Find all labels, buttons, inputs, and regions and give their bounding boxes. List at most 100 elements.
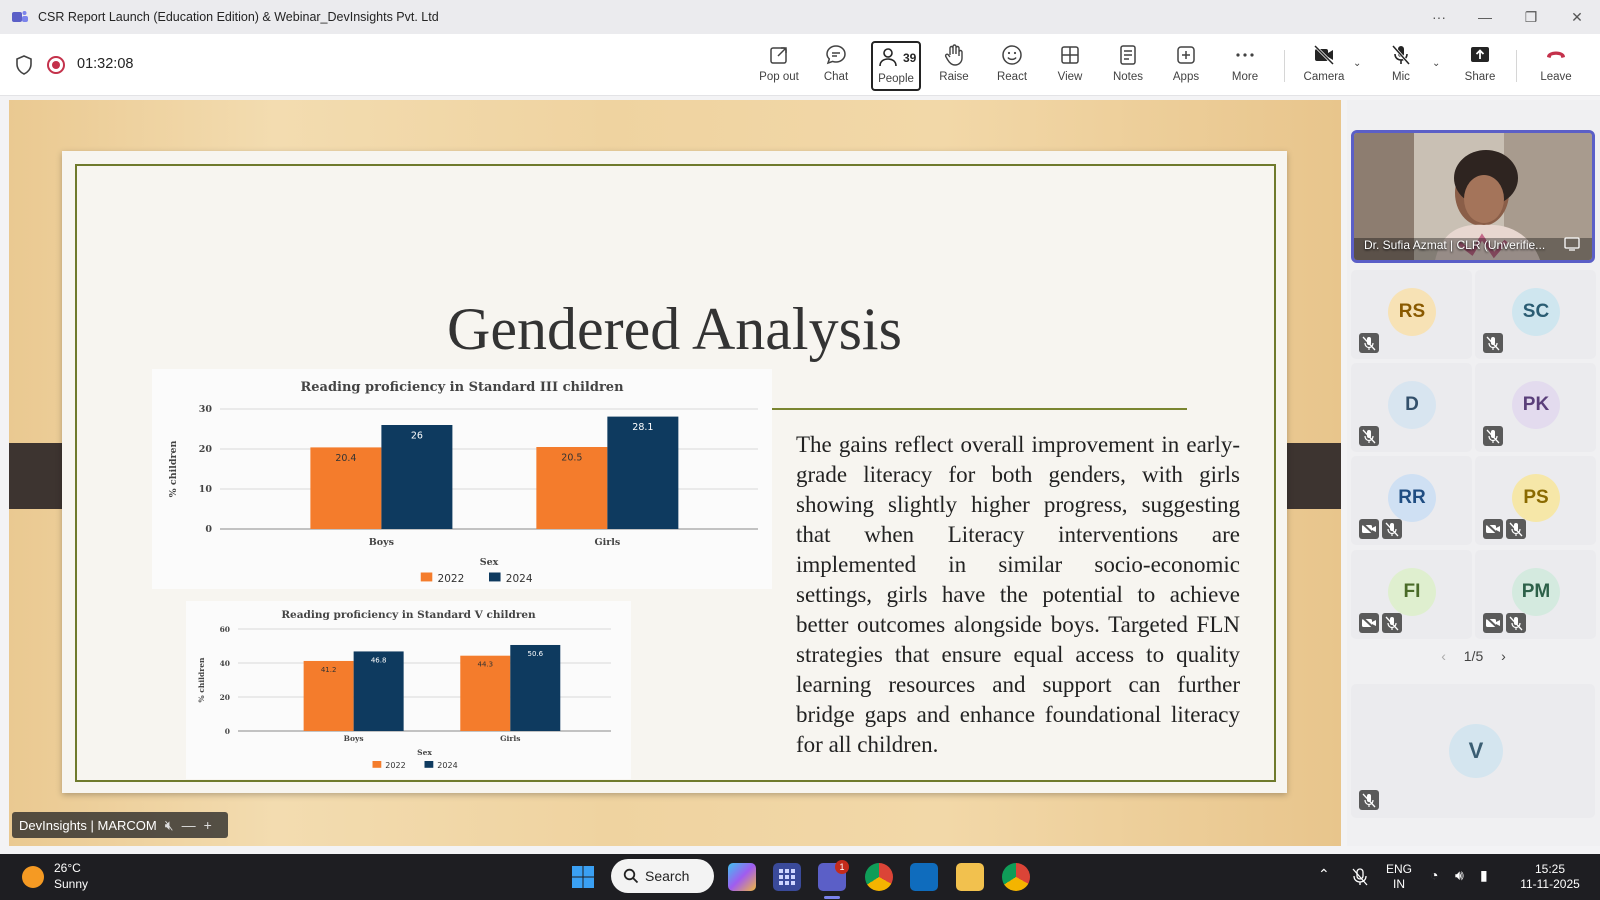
participant-tile-v[interactable]: V: [1351, 684, 1595, 818]
meeting-toolbar: 01:32:08 Pop out Chat 39 People Raise Re…: [0, 34, 1600, 96]
presenter-name-badge: DevInsights | MARCOM 🔇︎ — +: [12, 812, 228, 838]
react-button[interactable]: React: [984, 41, 1040, 91]
x-tick-label: Boys: [369, 537, 394, 548]
mic-muted-icon: [1382, 613, 1402, 633]
teams-icon: [12, 11, 28, 22]
apps-label: Apps: [1172, 71, 1200, 83]
y-tick-label: 0: [205, 524, 212, 535]
taskbar-search[interactable]: Search: [611, 859, 714, 893]
input-language[interactable]: ENG IN: [1386, 862, 1412, 892]
apps-button[interactable]: Apps: [1158, 41, 1214, 91]
zoom-in-icon[interactable]: +: [204, 817, 212, 833]
participant-tile-rs[interactable]: RS: [1351, 270, 1472, 359]
camera-off-icon: [1313, 44, 1335, 66]
slide-title: Gendered Analysis: [447, 296, 902, 362]
participant-tile-d[interactable]: D: [1351, 363, 1472, 452]
mic-button[interactable]: Mic: [1373, 41, 1429, 91]
raise-hand-button[interactable]: Raise: [926, 41, 982, 91]
mic-muted-icon: [1483, 333, 1503, 353]
y-axis-label: % children: [168, 440, 179, 497]
chat-button[interactable]: Chat: [808, 41, 864, 91]
camera-off-icon: [1359, 613, 1379, 633]
notes-button[interactable]: Notes: [1100, 41, 1156, 91]
active-speaker-tile[interactable]: Dr. Sufia Azmat | CLR (Unverifie...: [1351, 130, 1595, 263]
clock-date: 11-11-2025: [1520, 877, 1580, 891]
x-tick-label: Boys: [344, 734, 364, 743]
participant-tile-pk[interactable]: PK: [1475, 363, 1596, 452]
chart-title: Reading proficiency in Standard III chil…: [300, 380, 624, 395]
avatar: PM: [1512, 568, 1560, 616]
active-app-indicator: [824, 896, 840, 899]
participant-tile-fi[interactable]: FI: [1351, 550, 1472, 639]
minimize-button[interactable]: —: [1462, 9, 1508, 25]
restore-button[interactable]: ❐: [1508, 9, 1554, 26]
ellipsis-icon: [1236, 53, 1254, 57]
m365-copilot-icon[interactable]: [728, 863, 756, 891]
speaker-name-label: Dr. Sufia Azmat | CLR (Unverifie...: [1364, 238, 1546, 252]
file-explorer-icon[interactable]: [956, 863, 984, 891]
mic-muted-icon: 🔇︎: [164, 816, 174, 833]
participant-tile-pm[interactable]: PM: [1475, 550, 1596, 639]
battery-icon[interactable]: ▮: [1480, 867, 1488, 884]
legend-swatch-2022: [372, 761, 382, 768]
chat-icon: [826, 45, 846, 65]
prev-page-chevron-icon[interactable]: ‹: [1441, 648, 1446, 664]
toolbar-divider: [1284, 50, 1285, 82]
camera-button[interactable]: Camera: [1294, 41, 1354, 91]
more-button[interactable]: More: [1217, 41, 1273, 91]
notes-icon: [1120, 45, 1136, 65]
leave-button[interactable]: Leave: [1528, 41, 1584, 91]
weather-widget[interactable]: 26°C Sunny: [54, 860, 88, 892]
chrome-icon[interactable]: [865, 863, 893, 891]
page-indicator: 1/5: [1463, 648, 1484, 664]
participant-tile-ps[interactable]: PS: [1475, 456, 1596, 545]
apps-grid-icon[interactable]: [773, 863, 801, 891]
legend-label: 2022: [438, 573, 465, 585]
teams-icon[interactable]: 1: [818, 860, 849, 891]
shield-icon[interactable]: [15, 55, 33, 75]
close-button[interactable]: ✕: [1554, 9, 1600, 26]
y-tick-label: 40: [220, 659, 230, 668]
view-button[interactable]: View: [1042, 41, 1098, 91]
mic-options-chevron-icon[interactable]: ⌄: [1432, 58, 1440, 69]
show-hidden-icons-chevron-icon[interactable]: ⌃: [1318, 866, 1330, 883]
people-label: People: [878, 73, 914, 85]
wifi-icon[interactable]: ◔: [1430, 867, 1438, 883]
participants-gallery: Dr. Sufia Azmat | CLR (Unverifie... RS SC…: [1347, 100, 1600, 846]
data-label: 44.3: [477, 661, 493, 669]
presentation-slide: Gendered Analysis Reading proficiency in…: [62, 151, 1287, 793]
legend-label: 2024: [506, 573, 533, 585]
people-button[interactable]: 39 People: [871, 41, 921, 91]
participant-tile-sc[interactable]: SC: [1475, 270, 1596, 359]
data-label: 28.1: [632, 422, 653, 433]
y-tick-label: 20: [220, 693, 230, 702]
react-label: React: [996, 71, 1028, 83]
search-label: Search: [645, 868, 690, 884]
presenter-name: DevInsights | MARCOM: [19, 817, 157, 833]
camera-off-icon: [1359, 519, 1379, 539]
next-page-chevron-icon[interactable]: ›: [1501, 648, 1506, 664]
more-options-icon[interactable]: ···: [1416, 9, 1462, 25]
chrome-icon[interactable]: [1002, 863, 1030, 891]
more-label: More: [1231, 71, 1259, 83]
mic-muted-icon[interactable]: [1351, 867, 1369, 887]
popout-button[interactable]: Pop out: [751, 41, 807, 91]
recording-icon: [47, 56, 65, 74]
y-tick-label: 60: [220, 625, 230, 634]
data-label: 20.5: [561, 453, 582, 464]
data-label: 46.8: [371, 656, 387, 664]
zoom-out-icon[interactable]: —: [182, 817, 196, 833]
popout-icon: [770, 47, 787, 64]
participant-tile-rr[interactable]: RR: [1351, 456, 1472, 545]
mic-off-icon: [1391, 45, 1411, 65]
camera-options-chevron-icon[interactable]: ⌄: [1353, 58, 1361, 69]
share-button[interactable]: Share: [1452, 41, 1508, 91]
windows-start-icon[interactable]: [571, 865, 595, 889]
toolbar-divider: [1516, 50, 1517, 82]
clock[interactable]: 15:25 11-11-2025: [1512, 862, 1588, 892]
outlook-icon[interactable]: [910, 863, 938, 891]
share-screen-icon: [1471, 47, 1489, 62]
avatar: PK: [1512, 381, 1560, 429]
volume-icon[interactable]: 🔊︎: [1455, 867, 1464, 884]
y-tick-label: 20: [199, 444, 213, 455]
